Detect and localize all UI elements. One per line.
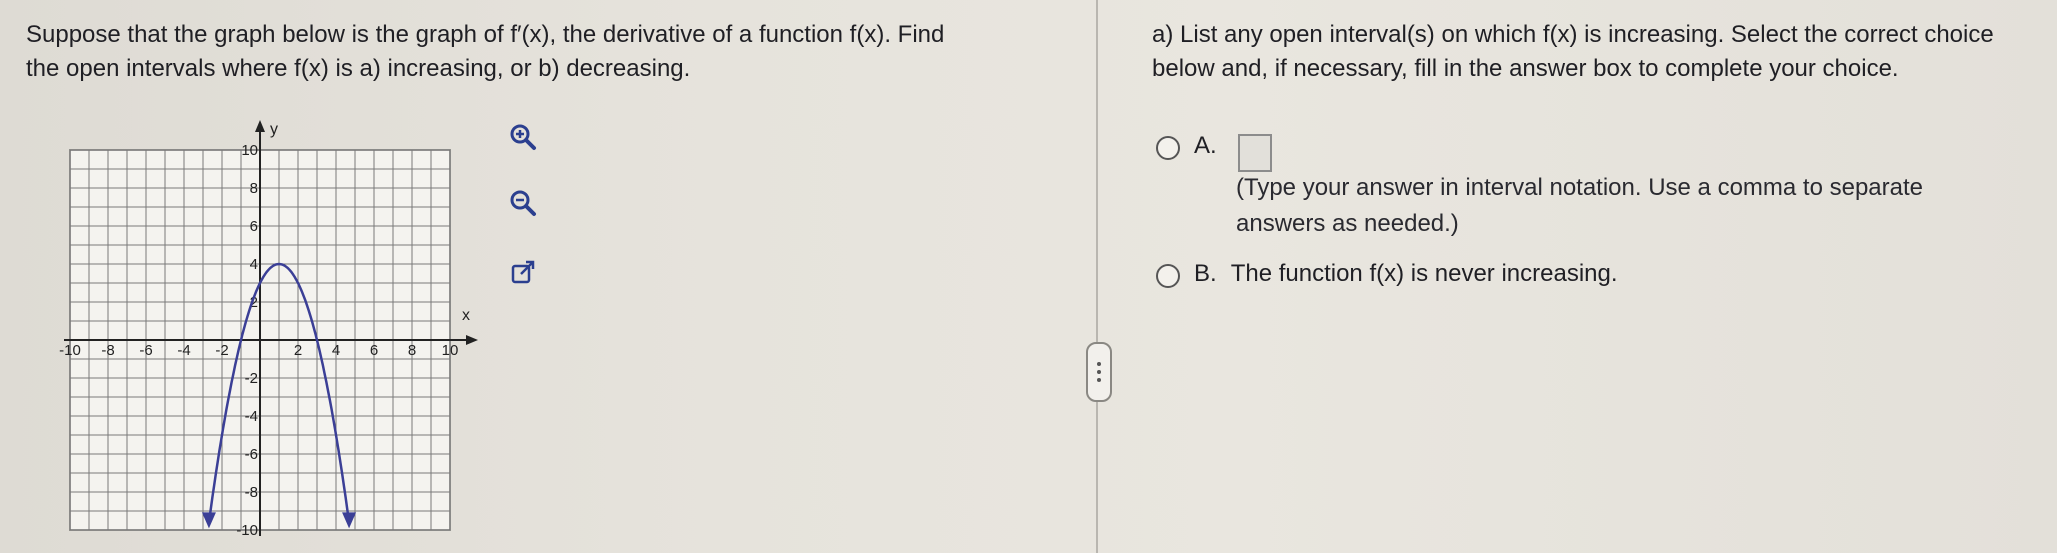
choice-a-label: A.	[1194, 132, 1217, 159]
y-tick-label: 8	[250, 180, 258, 197]
x-tick-label: -6	[139, 342, 152, 359]
panel-divider	[1096, 0, 1098, 553]
zoom-in-button[interactable]	[508, 122, 538, 152]
derivative-graph: x y -10 -8 -6 -4 -2 2 4 6 8 10 10 8 6 4 2 -2 -4 -6 -8 -10	[50, 118, 500, 538]
graph-canvas: xy-10 -8 -6 -4 -2 2 4 6 8 10108642-2-4-6-8-10	[59, 120, 478, 538]
zoom-out-icon	[510, 190, 536, 216]
open-graph-button[interactable]	[508, 258, 538, 288]
x-axis-arrow	[466, 335, 478, 345]
y-tick-label: -8	[245, 484, 258, 501]
y-tick-label: -4	[245, 408, 258, 425]
choice-a[interactable]: A.	[1156, 132, 1217, 160]
x-tick-label: -4	[177, 342, 190, 359]
y-axis-arrow	[255, 120, 265, 132]
external-link-icon	[511, 260, 535, 284]
y-tick-label: 10	[241, 142, 258, 159]
y-tick-label: -6	[245, 446, 258, 463]
y-tick-label: 4	[250, 256, 258, 273]
handle-dot	[1097, 370, 1101, 374]
panel-resize-handle[interactable]	[1086, 342, 1112, 402]
handle-dot	[1097, 378, 1101, 382]
problem-prompt: Suppose that the graph below is the grap…	[26, 18, 1066, 86]
zoom-in-icon	[510, 124, 536, 150]
x-axis-label: x	[462, 307, 470, 324]
y-tick-label: 6	[250, 218, 258, 235]
prompt-line-2: the open intervals where f(x) is a) incr…	[26, 55, 691, 82]
zoom-out-button[interactable]	[508, 188, 538, 218]
x-tick-label: 10	[442, 342, 459, 359]
choice-b-text: The function f(x) is never increasing.	[1230, 260, 1618, 287]
x-tick-label: 6	[370, 342, 378, 359]
y-axis-label: y	[270, 121, 278, 138]
x-tick-label: 2	[294, 342, 302, 359]
choice-b-radio[interactable]	[1156, 264, 1180, 288]
choice-a-hint: (Type your answer in interval notation. …	[1236, 170, 2026, 242]
choice-b-label: B.	[1194, 260, 1217, 287]
handle-dot	[1097, 362, 1101, 366]
question-line-1: a) List any open interval(s) on which f(…	[1152, 21, 1994, 48]
y-tick-label: -2	[245, 370, 258, 387]
x-tick-label: 8	[408, 342, 416, 359]
question-line-2: below and, if necessary, fill in the ans…	[1152, 55, 1899, 82]
x-tick-label: -8	[101, 342, 114, 359]
choice-b[interactable]: B. The function f(x) is never increasing…	[1156, 260, 1618, 288]
hint-line-1: (Type your answer in interval notation. …	[1236, 174, 1923, 201]
question-text: a) List any open interval(s) on which f(…	[1152, 18, 2042, 86]
x-tick-label: -2	[215, 342, 228, 359]
x-tick-label: 4	[332, 342, 340, 359]
hint-line-2: answers as needed.)	[1236, 210, 1459, 237]
choice-a-radio[interactable]	[1156, 136, 1180, 160]
interval-answer-input[interactable]	[1238, 134, 1272, 172]
y-tick-label: -10	[236, 522, 258, 538]
x-tick-label: -10	[59, 342, 81, 359]
prompt-line-1: Suppose that the graph below is the grap…	[26, 21, 945, 48]
